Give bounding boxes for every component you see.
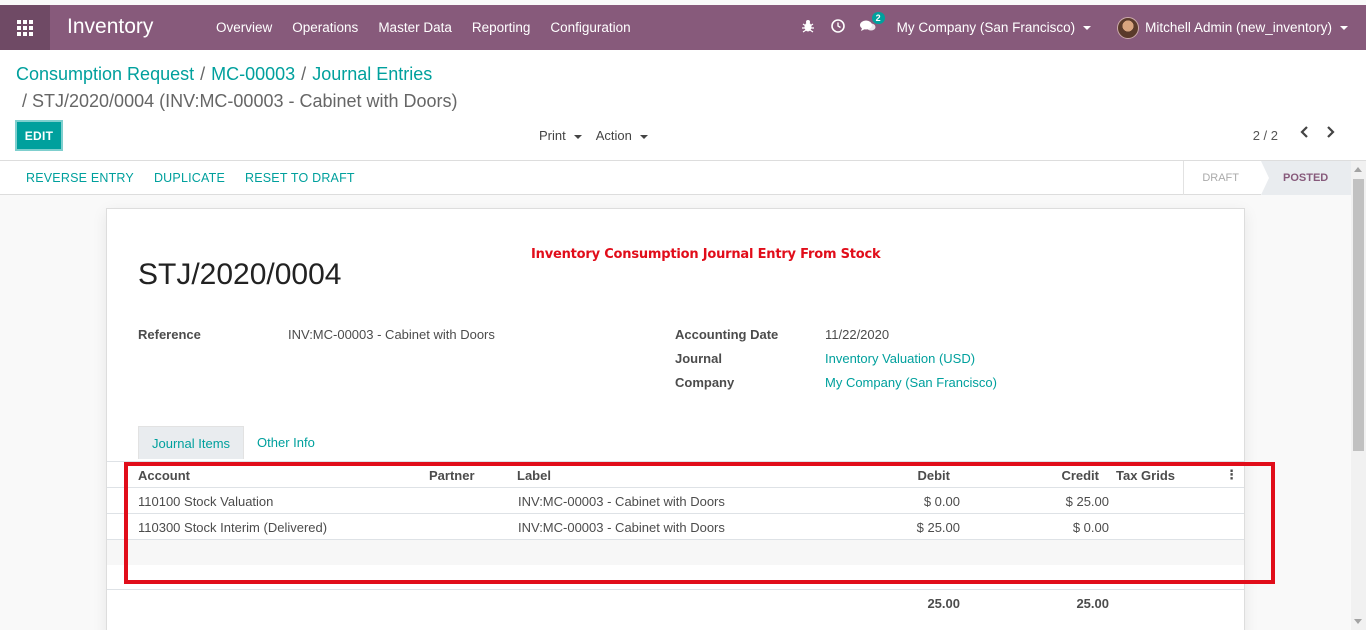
journal-link[interactable]: Inventory Valuation (USD)	[825, 351, 975, 366]
table-row[interactable]: 110300 Stock Interim (Delivered) INV:MC-…	[107, 514, 1244, 540]
clock-icon[interactable]	[823, 19, 853, 36]
menu-item-configuration[interactable]: Configuration	[540, 20, 640, 35]
column-label[interactable]: Label	[517, 468, 551, 483]
row-account: 110300 Stock Interim (Delivered)	[138, 520, 328, 535]
row-debit: $ 0.00	[923, 494, 960, 509]
scroll-up-icon[interactable]	[1354, 167, 1362, 172]
notebook-tabs: Journal Items Other Info	[138, 426, 328, 459]
company-switcher[interactable]: My Company (San Francisco)	[897, 20, 1092, 35]
control-panel: Consumption Request / MC-00003/Journal Ent…	[0, 50, 1366, 161]
print-dropdown[interactable]: Print	[539, 128, 582, 143]
tab-journal-items[interactable]: Journal Items	[138, 426, 245, 459]
chat-badge: 2	[871, 12, 885, 24]
row-credit: $ 0.00	[1072, 520, 1109, 535]
app-name[interactable]: Inventory	[67, 15, 153, 39]
menu-item-master-data[interactable]: Master Data	[368, 20, 462, 35]
bug-icon[interactable]	[793, 19, 823, 36]
total-debit: 25.00	[927, 596, 960, 611]
chat-icon[interactable]: 2	[853, 12, 885, 36]
accounting-date-label: Accounting Date	[675, 327, 779, 342]
menu-item-operations[interactable]: Operations	[282, 20, 368, 35]
column-debit[interactable]: Debit	[887, 468, 951, 483]
breadcrumb-item-journal-entries[interactable]: Journal Entries	[312, 64, 432, 84]
row-debit: $ 25.00	[916, 520, 960, 535]
column-tax-grids[interactable]: Tax Grids	[1116, 468, 1175, 483]
state-draft: DRAFT	[1183, 161, 1269, 195]
breadcrumb-separator: /	[301, 64, 307, 84]
breadcrumb-current: / STJ/2020/0004 (INV:MC-00003 - Cabinet …	[22, 91, 458, 112]
statusbar: REVERSE ENTRY DUPLICATE RESET TO DRAFT D…	[0, 161, 1351, 195]
statusbar-buttons: REVERSE ENTRY DUPLICATE RESET TO DRAFT	[16, 161, 365, 195]
breadcrumb-separator: /	[22, 91, 33, 111]
pager-value[interactable]: 2 / 2	[1253, 128, 1278, 143]
edit-button[interactable]: EDIT	[15, 120, 63, 151]
action-dropdowns: Print Action	[539, 128, 662, 143]
scrollbar[interactable]	[1351, 161, 1366, 630]
action-label: Action	[595, 128, 632, 143]
avatar	[1117, 16, 1140, 39]
total-credit: 25.00	[1076, 596, 1109, 611]
breadcrumb-item-consumption-request[interactable]: Consumption Request	[16, 64, 194, 84]
journal-label: Journal	[675, 351, 722, 366]
duplicate-button[interactable]: DUPLICATE	[154, 171, 225, 185]
apps-menu-icon[interactable]	[0, 5, 50, 50]
column-credit[interactable]: Credit	[1037, 468, 1099, 483]
breadcrumb-item-mc-00003[interactable]: MC-00003	[211, 64, 295, 84]
company-link[interactable]: My Company (San Francisco)	[825, 375, 997, 390]
chevron-down-icon	[573, 134, 582, 139]
action-dropdown[interactable]: Action	[596, 128, 648, 143]
scroll-down-icon[interactable]	[1354, 619, 1362, 624]
table-row[interactable]: 110100 Stock Valuation INV:MC-00003 - Ca…	[107, 488, 1244, 514]
annotation-note: Inventory Consumption Journal Entry From…	[531, 247, 881, 262]
tab-other-info[interactable]: Other Info	[244, 426, 328, 459]
row-credit: $ 25.00	[1065, 494, 1109, 509]
journal-items-table: Account Partner Label Debit Credit Tax G…	[107, 461, 1244, 566]
chevron-down-icon	[1340, 25, 1348, 30]
state-posted: POSTED	[1261, 161, 1351, 195]
systray: 2 My Company (San Francisco) Mitchell Ad…	[793, 5, 1366, 50]
row-account: 110100 Stock Valuation	[138, 494, 274, 509]
reference-value: INV:MC-00003 - Cabinet with Doors	[288, 327, 495, 342]
optional-columns-icon[interactable]: ⋮	[1225, 467, 1238, 483]
user-name: Mitchell Admin (new_inventory)	[1145, 20, 1332, 35]
state-pipeline: DRAFT POSTED	[1183, 161, 1351, 195]
chevron-down-icon	[639, 134, 648, 139]
breadcrumb-current-label: STJ/2020/0004 (INV:MC-00003 - Cabinet wi…	[32, 91, 458, 111]
column-partner[interactable]: Partner	[429, 468, 475, 483]
company-name: My Company (San Francisco)	[896, 20, 1076, 35]
top-navbar: Inventory Overview Operations Master Dat…	[0, 5, 1366, 50]
accounting-date-value: 11/22/2020	[825, 327, 890, 342]
totals-row: 25.00 25.00	[107, 589, 1244, 619]
row-label: INV:MC-00003 - Cabinet with Doors	[518, 520, 725, 535]
main-menu: Overview Operations Master Data Reportin…	[206, 5, 641, 50]
pager-nav	[1290, 124, 1344, 144]
user-menu[interactable]: Mitchell Admin (new_inventory)	[1117, 16, 1348, 39]
chevron-left-icon[interactable]	[1290, 124, 1317, 144]
breadcrumb: Consumption Request / MC-00003/Journal Ent…	[16, 64, 432, 85]
row-label: INV:MC-00003 - Cabinet with Doors	[518, 494, 725, 509]
menu-item-overview[interactable]: Overview	[206, 20, 282, 35]
reverse-entry-button[interactable]: REVERSE ENTRY	[26, 171, 134, 185]
empty-row	[107, 540, 1244, 566]
chevron-down-icon	[1083, 25, 1092, 30]
menu-item-reporting[interactable]: Reporting	[462, 20, 541, 35]
reset-to-draft-button[interactable]: RESET TO DRAFT	[245, 171, 355, 185]
company-label: Company	[675, 375, 735, 390]
table-header: Account Partner Label Debit Credit Tax G…	[107, 461, 1244, 488]
chevron-right-icon[interactable]	[1317, 124, 1344, 144]
print-label: Print	[539, 128, 566, 143]
breadcrumb-separator: /	[200, 64, 206, 84]
entry-title: STJ/2020/0004	[138, 258, 342, 291]
reference-label: Reference	[138, 327, 201, 342]
scroll-thumb[interactable]	[1353, 179, 1364, 451]
column-account[interactable]: Account	[138, 468, 190, 483]
